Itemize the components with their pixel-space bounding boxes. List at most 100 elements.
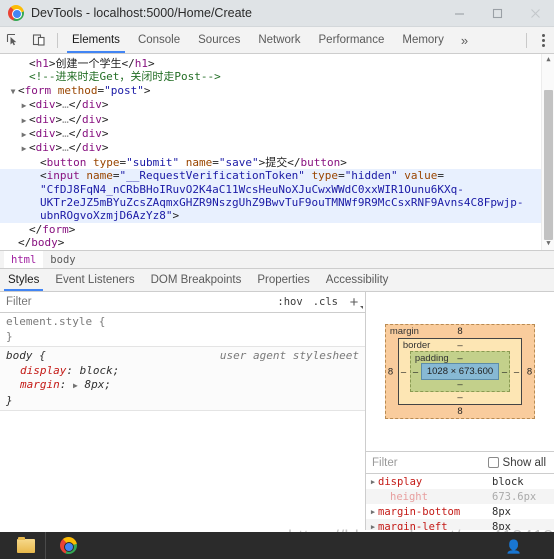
dom-line-content: UKTr2eJZ5mBYuZcsZAqmxGHZR9NszgUhZ9BwvTuF… [40, 196, 524, 210]
dom-tree-line[interactable]: ▼ <form method="post"> [0, 84, 554, 98]
computed-property-row[interactable]: ▶ display block [366, 474, 554, 489]
elements-dom-tree[interactable]: <h1>创建一个学生</h1> <!--进来时走Get，关闭时走Post--> ▼ <… [0, 54, 554, 250]
chrome-logo-icon [8, 5, 24, 21]
computed-property-value: 673.6px [492, 490, 537, 503]
declaration-value[interactable]: block; [80, 364, 120, 377]
close-button[interactable] [516, 0, 554, 26]
inspect-element-icon[interactable] [0, 27, 26, 53]
box-model-padding[interactable]: padding – – – – 1028 × 673.600 [409, 351, 511, 392]
dom-line-content: <div>…</div> [29, 98, 109, 112]
tab-dom-breakpoints[interactable]: DOM Breakpoints [143, 269, 250, 291]
padding-right-value[interactable]: – [502, 366, 507, 377]
padding-bottom-value[interactable]: – [411, 379, 509, 390]
border-left-value[interactable]: – [401, 366, 406, 377]
tab-memory-label: Memory [402, 34, 444, 46]
box-model-content-size[interactable]: 1028 × 673.600 [420, 363, 500, 380]
tab-accessibility[interactable]: Accessibility [318, 269, 397, 291]
styles-filter-input[interactable] [0, 295, 273, 309]
computed-property-row[interactable]: ▶ margin-left 8px [366, 519, 554, 530]
dom-tree-line[interactable]: "CfDJ8FqN4_nCRbBHoIRuvO2K4aC11WcsHeuNoXJ… [0, 182, 554, 197]
dom-tree-line[interactable]: ubnROgvoXzmjD6AzYz8"> [0, 209, 554, 223]
dom-tree-line[interactable]: <h1>创建一个学生</h1> [0, 57, 554, 70]
computed-property-value: 8px [492, 520, 511, 531]
border-top-value[interactable]: – [399, 340, 521, 351]
rule-selector[interactable]: element.style { [6, 315, 359, 330]
computed-filter-input[interactable]: Filter [372, 457, 488, 469]
dom-tree-line[interactable]: UKTr2eJZ5mBYuZcsZAqmxGHZR9NszgUhZ9BwvTuF… [0, 196, 554, 210]
expand-arrow-icon[interactable]: ▶ [368, 523, 378, 531]
box-model-margin[interactable]: margin 8 8 8 8 border – – – – padding – … [384, 324, 536, 419]
dom-line-content: <!--进来时走Get，关闭时走Post--> [29, 70, 221, 84]
tab-network[interactable]: Network [249, 27, 309, 53]
computed-property-row[interactable]: height 673.6px [366, 489, 554, 504]
declaration-margin[interactable]: margin: ▶ 8px; [6, 378, 359, 394]
expand-arrow-icon[interactable]: ▶ [368, 508, 378, 516]
margin-left-value[interactable]: 8 [388, 366, 393, 377]
computed-panel: margin 8 8 8 8 border – – – – padding – … [366, 292, 554, 530]
tab-console[interactable]: Console [129, 27, 189, 53]
device-toolbar-icon[interactable] [26, 27, 52, 53]
expand-arrow-icon[interactable]: ▶ [368, 478, 378, 486]
margin-top-value[interactable]: 8 [386, 326, 534, 337]
expand-arrow-icon[interactable]: ▶ [19, 128, 29, 141]
tab-properties[interactable]: Properties [249, 269, 317, 291]
cls-toggle[interactable]: .cls [308, 296, 343, 308]
declaration-name[interactable]: margin [20, 378, 60, 391]
tab-sources[interactable]: Sources [189, 27, 249, 53]
show-all-toggle[interactable]: Show all [487, 457, 554, 469]
kebab-menu-icon[interactable] [532, 27, 554, 53]
padding-top-value[interactable]: – [411, 353, 509, 364]
dom-tree-line[interactable]: <input name="__RequestVerificationToken"… [0, 169, 554, 183]
maximize-button[interactable] [478, 0, 516, 26]
collapse-arrow-icon[interactable]: ▼ [8, 85, 18, 98]
margin-bottom-value[interactable]: 8 [386, 406, 534, 417]
show-all-checkbox[interactable] [487, 457, 499, 468]
file-explorer-icon[interactable] [6, 532, 46, 559]
dom-tree-line[interactable]: <!--进来时走Get，关闭时走Post--> [0, 70, 554, 83]
style-rule-body[interactable]: user agent stylesheet body { display: bl… [0, 347, 365, 411]
box-model-border[interactable]: border – – – – padding – – – – 1028 × 67… [397, 338, 523, 405]
people-icon[interactable]: 👤 [506, 539, 522, 555]
declaration-name[interactable]: display [20, 364, 66, 377]
expand-arrow-icon[interactable]: ▶ [19, 99, 29, 112]
tab-event-listeners[interactable]: Event Listeners [47, 269, 142, 291]
tab-console-label: Console [137, 34, 181, 46]
padding-left-value[interactable]: – [413, 366, 418, 377]
tab-memory[interactable]: Memory [393, 27, 453, 53]
scrollbar-thumb[interactable] [544, 90, 553, 240]
minimize-button[interactable] [440, 0, 478, 26]
styles-filter-bar: :hov .cls + [0, 292, 365, 313]
dom-tree-line[interactable]: ▶ <div>…</div> [0, 141, 554, 155]
dom-tree-line[interactable]: ▶ <div>…</div> [0, 113, 554, 127]
dom-tree-line[interactable]: <button type="submit" name="save">提交</bu… [0, 156, 554, 169]
dom-tree-line[interactable]: </body> [0, 236, 554, 249]
tab-event-listeners-label: Event Listeners [55, 274, 135, 286]
margin-right-value[interactable]: 8 [527, 366, 532, 377]
dom-tree-line[interactable]: ▶ <div>…</div> [0, 127, 554, 141]
tab-performance[interactable]: Performance [310, 27, 394, 53]
box-model-diagram[interactable]: margin 8 8 8 8 border – – – – padding – … [366, 292, 554, 452]
new-style-rule-button[interactable]: + [343, 292, 365, 312]
breadcrumb-item-html[interactable]: html [4, 251, 44, 268]
border-right-value[interactable]: – [514, 366, 519, 377]
dom-tree-line[interactable]: ▶ <div>…</div> [0, 98, 554, 112]
declaration-value[interactable]: 8px; [84, 378, 111, 391]
scroll-up-arrow[interactable]: ▲ [542, 54, 554, 66]
border-bottom-value[interactable]: – [399, 392, 521, 403]
breadcrumb-item-body[interactable]: body [43, 254, 82, 266]
chrome-taskbar-icon[interactable] [48, 532, 88, 559]
styles-sidebar-tabs: Styles Event Listeners DOM Breakpoints P… [0, 269, 554, 292]
style-rule-element-style[interactable]: element.style { } [0, 313, 365, 347]
dom-tree-line[interactable]: </form> [0, 223, 554, 236]
more-tabs-icon[interactable]: » [453, 27, 476, 53]
tab-styles[interactable]: Styles [0, 269, 47, 291]
expand-arrow-icon[interactable]: ▶ [19, 114, 29, 127]
computed-property-row[interactable]: ▶ margin-bottom 8px [366, 504, 554, 519]
scroll-down-arrow[interactable]: ▼ [542, 238, 554, 250]
toolbar-divider-right [526, 32, 527, 48]
hov-toggle[interactable]: :hov [272, 296, 307, 308]
declaration-display[interactable]: display: block; [6, 364, 359, 379]
expand-arrow-icon[interactable]: ▶ [19, 142, 29, 155]
tab-elements[interactable]: Elements [63, 27, 129, 53]
dom-tree-scrollbar[interactable]: ▲ ▼ [541, 54, 554, 250]
